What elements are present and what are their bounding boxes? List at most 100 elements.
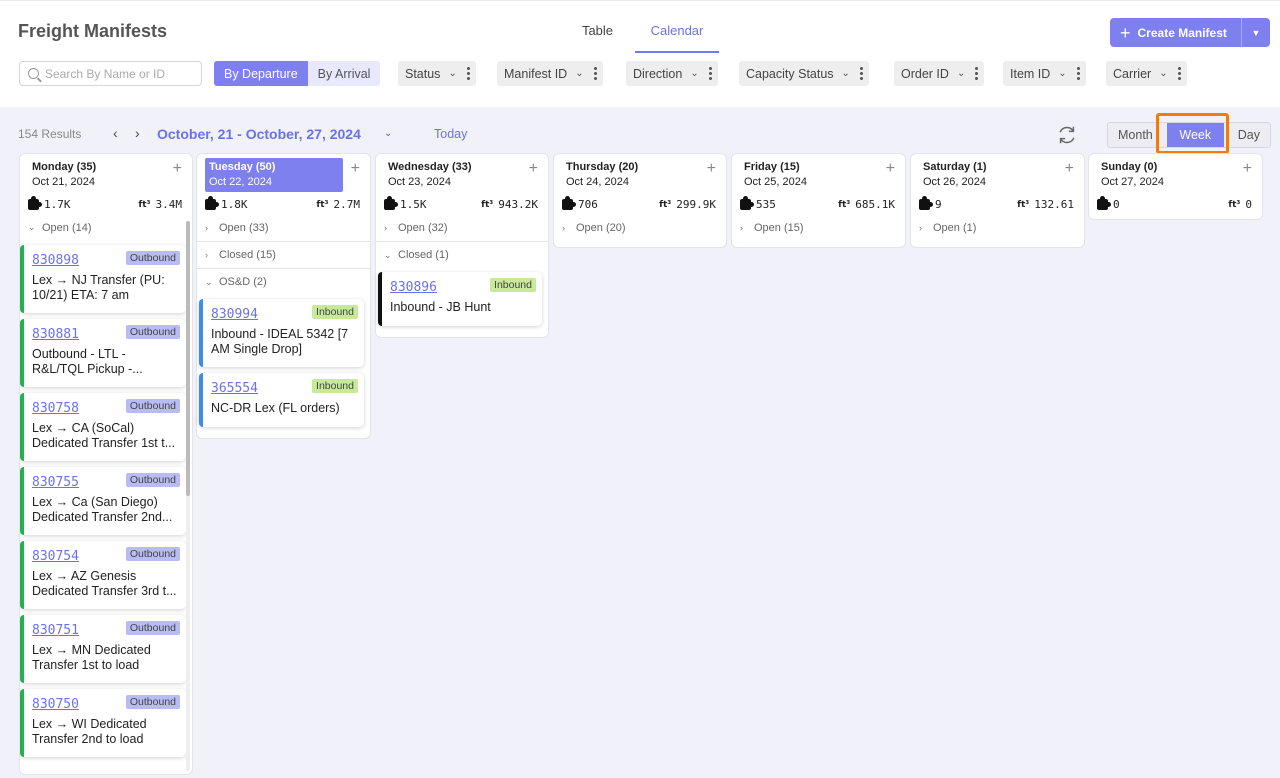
manifest-card[interactable]: 830755 Outbound Lex → Ca (San Diego) Dedic… [20, 467, 186, 535]
group-osd[interactable]: ⌄ OS&D (2) [197, 268, 370, 295]
manifest-title: Outbound - LTL - R&L/TQL Pickup -... [32, 347, 143, 376]
kebab-menu-icon[interactable] [593, 67, 597, 80]
add-manifest-icon[interactable]: + [886, 160, 895, 178]
add-manifest-icon[interactable]: + [1065, 160, 1074, 178]
manifest-card[interactable]: 830758 Outbound Lex → CA (SoCal) Dedicated… [20, 393, 186, 461]
view-day-button[interactable]: Day [1228, 123, 1270, 147]
next-week-icon[interactable]: › [135, 125, 140, 141]
by-departure-button[interactable]: By Departure [214, 61, 308, 86]
filter-item-id[interactable]: Item ID ⌄ [1003, 61, 1086, 86]
group-open[interactable]: › Open (1) [911, 214, 1084, 241]
manifest-id-link[interactable]: 830758 [32, 401, 79, 416]
chevron-down-icon[interactable]: ⌄ [384, 128, 392, 139]
add-manifest-icon[interactable]: + [707, 160, 716, 178]
manifest-id-link[interactable]: 830881 [32, 327, 79, 342]
caret-down-icon: ▼ [1251, 27, 1261, 38]
create-manifest-main[interactable]: + Create Manifest [1110, 18, 1241, 47]
manifest-id-link[interactable]: 830896 [390, 280, 437, 295]
view-week-button[interactable]: Week [1166, 123, 1224, 147]
direction-badge: Outbound [125, 473, 180, 487]
pieces-icon [740, 196, 754, 210]
pieces-icon [384, 196, 398, 210]
group-closed[interactable]: ⌄ Closed (1) [376, 241, 548, 268]
refresh-icon[interactable] [1056, 124, 1078, 146]
manifest-card[interactable]: 830751 Outbound Lex → MN Dedicated Transfe… [20, 615, 186, 683]
tab-calendar[interactable]: Calendar [635, 11, 719, 53]
filter-carrier[interactable]: Carrier ⌄ [1106, 61, 1187, 86]
tab-table[interactable]: Table [560, 11, 635, 53]
today-button[interactable]: Today [434, 127, 467, 141]
group-open[interactable]: › Open (33) [197, 214, 370, 241]
view-tabs: Table Calendar [560, 11, 719, 53]
chevron-right-icon: › [562, 222, 565, 233]
chevron-right-icon: › [205, 222, 208, 233]
calendar-view-switch: Month Week Day [1107, 122, 1271, 148]
manifest-id-link[interactable]: 830750 [32, 697, 79, 712]
manifest-card[interactable]: 365554 Inbound NC-DR Lex (FL orders) [199, 373, 364, 427]
plus-icon: + [1120, 22, 1131, 43]
manifest-id-link[interactable]: 830751 [32, 623, 79, 638]
filter-status[interactable]: Status ⌄ [398, 61, 476, 86]
search-input[interactable] [45, 66, 195, 81]
group-open[interactable]: › Open (20) [554, 214, 726, 241]
day-label: Monday (35) Oct 21, 2024 [28, 158, 166, 192]
filter-order-id[interactable]: Order ID ⌄ [894, 61, 985, 86]
filter-label: Capacity Status [746, 66, 834, 81]
kebab-menu-icon[interactable] [1177, 67, 1181, 80]
view-month-button[interactable]: Month [1108, 123, 1163, 147]
chevron-down-icon: ⌄ [575, 68, 584, 79]
kebab-menu-icon[interactable] [708, 67, 712, 80]
prev-week-icon[interactable]: ‹ [113, 125, 118, 141]
chevron-right-icon: › [384, 222, 387, 233]
by-arrival-button[interactable]: By Arrival [307, 61, 381, 86]
chevron-right-icon: › [740, 222, 743, 233]
scrollbar-thumb[interactable] [186, 221, 190, 496]
group-open[interactable]: ⌄ Open (14) [20, 214, 192, 241]
pieces-count: 9 [935, 198, 942, 211]
filter-capacity-status[interactable]: Capacity Status ⌄ [739, 61, 869, 86]
manifest-card[interactable]: 830898 Outbound Lex → NJ Transfer (PU: 10/… [20, 245, 186, 313]
create-manifest-button[interactable]: + Create Manifest ▼ [1110, 18, 1270, 47]
manifest-title: Lex → WI Dedicated Transfer 2nd to load [32, 717, 147, 746]
manifest-id-link[interactable]: 365554 [211, 381, 258, 396]
group-open[interactable]: › Open (32) [376, 214, 548, 241]
day-stats: 706 ft³ 299.9K [562, 196, 716, 211]
manifest-card[interactable]: 830881 Outbound Outbound - LTL - R&L/TQL P… [20, 319, 186, 387]
manifest-card[interactable]: 830994 Inbound Inbound - IDEAL 5342 [7 AM … [199, 299, 364, 367]
kebab-menu-icon[interactable] [1076, 67, 1080, 80]
chevron-down-icon: ⌄ [956, 68, 966, 79]
create-dropdown-button[interactable]: ▼ [1241, 18, 1270, 47]
filter-label: Manifest ID [504, 66, 568, 81]
manifest-card[interactable]: 830750 Outbound Lex → WI Dedicated Transfe… [20, 689, 186, 757]
manifest-id-link[interactable]: 830754 [32, 549, 79, 564]
day-label: Thursday (20) Oct 24, 2024 [562, 158, 700, 192]
add-manifest-icon[interactable]: + [173, 160, 182, 178]
manifest-card[interactable]: 830896 Inbound Inbound - JB Hunt [378, 272, 542, 326]
day-date: Oct 26, 2024 [923, 176, 986, 188]
day-header: Saturday (1) Oct 26, 2024 + 9 ft³ 132.61 [911, 154, 1084, 214]
filter-manifest-id[interactable]: Manifest ID ⌄ [497, 61, 603, 86]
group-closed[interactable]: › Closed (15) [197, 241, 370, 268]
results-count: 154 Results [18, 127, 82, 141]
kebab-menu-icon[interactable] [975, 67, 979, 80]
kebab-menu-icon[interactable] [466, 67, 470, 80]
add-manifest-icon[interactable]: + [1243, 160, 1252, 178]
add-manifest-icon[interactable]: + [351, 160, 360, 178]
manifest-id-link[interactable]: 830755 [32, 475, 79, 490]
pieces-count: 1.7K [44, 198, 71, 211]
add-manifest-icon[interactable]: + [529, 160, 538, 178]
day-date: Oct 23, 2024 [388, 176, 451, 188]
day-header: Friday (15) Oct 25, 2024 + 535 ft³ 685.1K [732, 154, 905, 214]
manifest-id-link[interactable]: 830898 [32, 253, 79, 268]
direction-badge: Outbound [125, 621, 180, 635]
kebab-menu-icon[interactable] [859, 67, 863, 80]
filter-direction[interactable]: Direction ⌄ [626, 61, 718, 86]
manifest-id-link[interactable]: 830994 [211, 307, 258, 322]
volume-count: 2.7M [333, 198, 361, 211]
manifest-card[interactable]: 830754 Outbound Lex → AZ Genesis Dedicated… [20, 541, 186, 609]
date-range[interactable]: October, 21 - October, 27, 2024 [157, 126, 361, 142]
monday-scrollbar[interactable] [186, 221, 190, 771]
volume-count: 0 [1245, 198, 1252, 211]
volume-count: 943.2K [498, 198, 538, 211]
group-open[interactable]: › Open (15) [732, 214, 905, 241]
